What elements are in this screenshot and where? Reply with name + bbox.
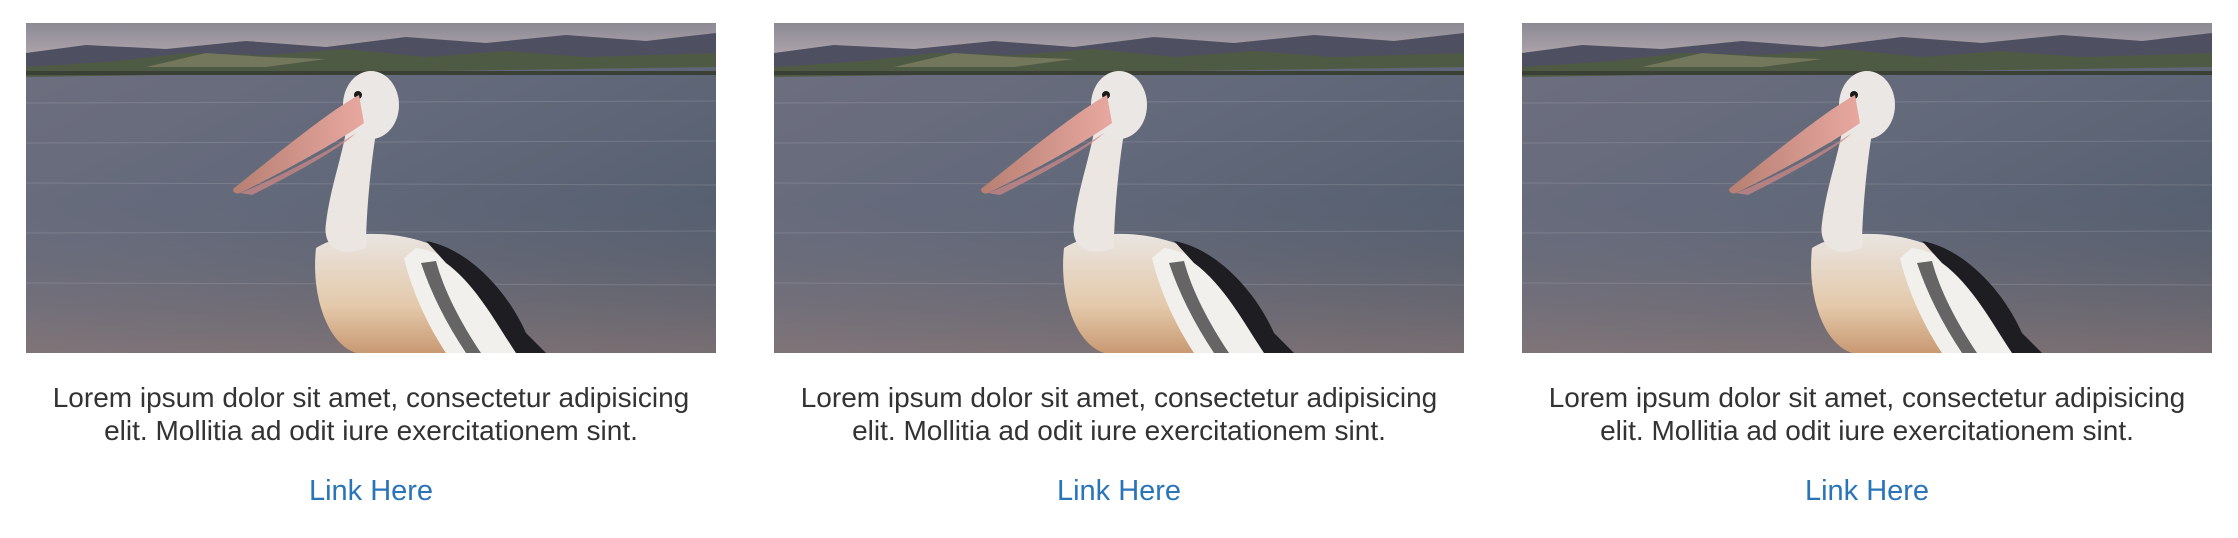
- pelican-photo: [774, 23, 1464, 353]
- pelican-photo: [1522, 23, 2212, 353]
- card: Lorem ipsum dolor sit amet, consectetur …: [774, 23, 1464, 508]
- card-description: Lorem ipsum dolor sit amet, consectetur …: [800, 382, 1438, 446]
- pelican-image: [26, 23, 716, 353]
- card-description: Lorem ipsum dolor sit amet, consectetur …: [52, 382, 690, 446]
- card-row: Lorem ipsum dolor sit amet, consectetur …: [0, 0, 2238, 538]
- pelican-image: [774, 23, 1464, 353]
- pelican-photo: [26, 23, 716, 353]
- card-link[interactable]: Link Here: [1057, 474, 1181, 508]
- card: Lorem ipsum dolor sit amet, consectetur …: [1522, 23, 2212, 508]
- card: Lorem ipsum dolor sit amet, consectetur …: [26, 23, 716, 508]
- pelican-image: [1522, 23, 2212, 353]
- card-link[interactable]: Link Here: [1805, 474, 1929, 508]
- card-link[interactable]: Link Here: [309, 474, 433, 508]
- card-description: Lorem ipsum dolor sit amet, consectetur …: [1548, 382, 2186, 446]
